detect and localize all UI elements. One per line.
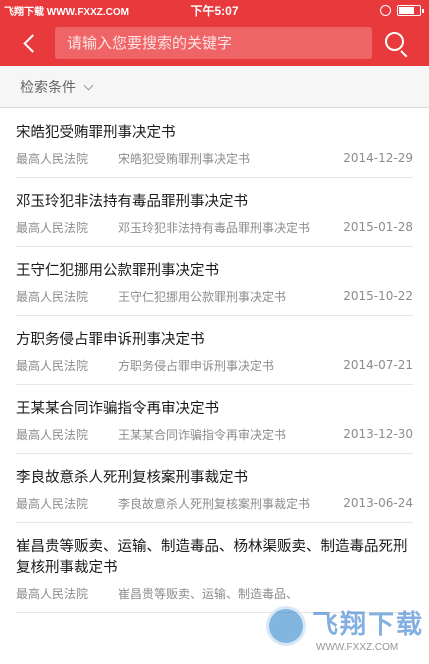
result-title: 王某某合同诈骗指令再审决定书 (16, 401, 219, 417)
battery-icon (397, 4, 424, 16)
result-date: 2014-07-21 (343, 358, 413, 372)
result-title: 邓玉玲犯非法持有毒品罪刑事决定书 (16, 194, 248, 210)
search-icon (385, 32, 404, 51)
result-doc: 宋皓犯受贿罪刑事决定书 (118, 151, 251, 166)
result-title: 宋皓犯受贿罪刑事决定书 (16, 125, 176, 141)
filter-conditions-button[interactable]: 检索条件 (20, 77, 94, 97)
status-time: 下午5:07 (190, 4, 239, 18)
result-title: 王守仁犯挪用公款罪刑事决定书 (16, 263, 219, 279)
list-item[interactable]: 宋皓犯受贿罪刑事决定书 最高人民法院 宋皓犯受贿罪刑事决定书 2014-12-2… (0, 109, 429, 178)
result-court: 最高人民法院 (16, 220, 89, 235)
result-court: 最高人民法院 (16, 586, 89, 601)
status-icons (380, 4, 424, 16)
result-court: 最高人民法院 (16, 358, 89, 373)
alarm-icon (380, 4, 391, 16)
result-title: 李良故意杀人死刑复核案刑事裁定书 (16, 470, 248, 486)
filter-label: 检索条件 (20, 80, 76, 96)
result-date: 2014-12-29 (343, 151, 413, 165)
result-doc: 方职务侵占罪申诉刑事决定书 (118, 358, 275, 373)
list-item[interactable]: 王某某合同诈骗指令再审决定书 最高人民法院 王某某合同诈骗指令再审决定书 201… (0, 385, 429, 454)
results-list: 宋皓犯受贿罪刑事决定书 最高人民法院 宋皓犯受贿罪刑事决定书 2014-12-2… (0, 109, 429, 664)
result-court: 最高人民法院 (16, 289, 89, 304)
search-input[interactable] (55, 27, 372, 59)
chevron-down-icon (83, 80, 94, 90)
result-doc: 崔昌贵等贩卖、运输、制造毒品、 (118, 586, 299, 601)
list-item[interactable]: 李良故意杀人死刑复核案刑事裁定书 最高人民法院 李良故意杀人死刑复核案刑事裁定书… (0, 454, 429, 523)
result-doc: 邓玉玲犯非法持有毒品罪刑事决定书 (118, 220, 311, 235)
list-item[interactable]: 方职务侵占罪申诉刑事决定书 最高人民法院 方职务侵占罪申诉刑事决定书 2014-… (0, 316, 429, 385)
result-date: 2015-01-28 (343, 220, 413, 234)
list-item[interactable]: 崔昌贵等贩卖、运输、制造毒品、杨林渠贩卖、制造毒品死刑复核刑事裁定书 最高人民法… (0, 523, 429, 613)
result-date: 2013-12-30 (343, 427, 413, 441)
result-doc: 王守仁犯挪用公款罪刑事决定书 (118, 289, 287, 304)
result-title: 方职务侵占罪申诉刑事决定书 (16, 332, 205, 348)
list-item[interactable]: 邓玉玲犯非法持有毒品罪刑事决定书 最高人民法院 邓玉玲犯非法持有毒品罪刑事决定书… (0, 178, 429, 247)
result-doc: 李良故意杀人死刑复核案刑事裁定书 (118, 496, 311, 511)
search-button[interactable] (380, 28, 412, 60)
result-date: 2013-06-24 (343, 496, 413, 510)
search-header (0, 20, 429, 66)
result-title: 崔昌贵等贩卖、运输、制造毒品、杨林渠贩卖、制造毒品死刑复核刑事裁定书 (16, 539, 408, 576)
result-court: 最高人民法院 (16, 496, 89, 511)
result-doc: 王某某合同诈骗指令再审决定书 (118, 427, 287, 442)
result-date: 2015-10-22 (343, 289, 413, 303)
status-bar: 飞翔下载 WWW.FXXZ.COM 下午5:07 (0, 0, 429, 20)
result-court: 最高人民法院 (16, 427, 89, 442)
list-item[interactable]: 王守仁犯挪用公款罪刑事决定书 最高人民法院 王守仁犯挪用公款罪刑事决定书 201… (0, 247, 429, 316)
search-box[interactable] (55, 27, 372, 59)
filter-row: 检索条件 (0, 66, 429, 108)
back-chevron-icon (22, 33, 42, 53)
back-button[interactable] (14, 28, 44, 58)
result-court: 最高人民法院 (16, 151, 89, 166)
